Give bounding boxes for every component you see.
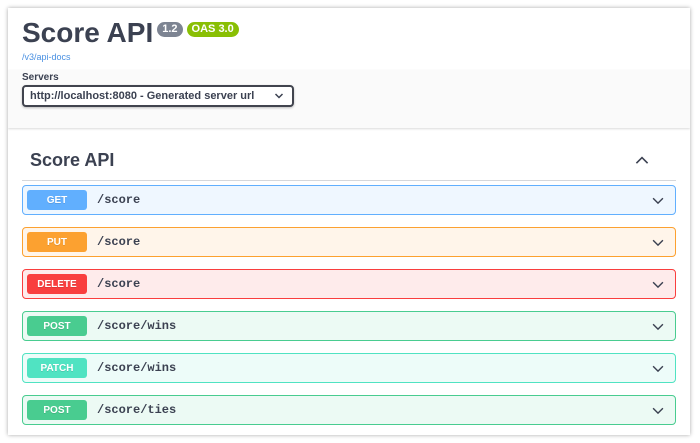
chevron-down-icon[interactable] (651, 320, 665, 334)
operation-patch-score-wins[interactable]: PATCH /score/wins (22, 353, 676, 383)
method-badge: DELETE (27, 274, 87, 294)
operation-path: /score/wins (97, 361, 177, 375)
operations-list: GET /score PUT /score DELETE /score POST… (22, 185, 676, 425)
chevron-down-icon[interactable] (651, 278, 665, 292)
method-badge: GET (27, 190, 87, 210)
chevron-down-icon[interactable] (651, 236, 665, 250)
title-row: Score API 1.2 OAS 3.0 (22, 16, 676, 50)
server-select-value: http://localhost:8080 - Generated server… (30, 90, 255, 102)
operation-path: /score (97, 277, 141, 291)
operation-path: /score (97, 193, 141, 207)
operation-post-score-ties[interactable]: POST /score/ties (22, 395, 676, 425)
method-badge: PUT (27, 232, 87, 252)
operation-path: /score/ties (97, 403, 177, 417)
method-badge: POST (27, 316, 87, 336)
operation-get-score[interactable]: GET /score (22, 185, 676, 215)
version-badge: 1.2 (157, 22, 183, 37)
servers-label: Servers (22, 72, 59, 83)
method-badge: PATCH (27, 358, 87, 378)
chevron-down-icon[interactable] (651, 194, 665, 208)
chevron-up-icon[interactable] (634, 152, 650, 168)
operation-put-score[interactable]: PUT /score (22, 227, 676, 257)
tag-header-score-api[interactable]: Score API (22, 140, 676, 181)
operation-path: /score/wins (97, 319, 177, 333)
api-title: Score API (22, 17, 154, 48)
server-select[interactable]: http://localhost:8080 - Generated server… (22, 85, 294, 107)
api-docs-link[interactable]: /v3/api-docs (22, 52, 676, 62)
servers-bar: Servers http://localhost:8080 - Generate… (8, 70, 690, 128)
chevron-down-icon[interactable] (651, 404, 665, 418)
oas-badge: OAS 3.0 (186, 22, 239, 37)
operation-path: /score (97, 235, 141, 249)
chevron-down-icon (274, 93, 284, 99)
swagger-ui-container: Score API 1.2 OAS 3.0 /v3/api-docs Serve… (8, 8, 690, 435)
api-info: Score API 1.2 OAS 3.0 /v3/api-docs (8, 8, 690, 70)
operation-post-score-wins[interactable]: POST /score/wins (22, 311, 676, 341)
method-badge: POST (27, 400, 87, 420)
tag-title: Score API (30, 149, 115, 170)
operation-delete-score[interactable]: DELETE /score (22, 269, 676, 299)
chevron-down-icon[interactable] (651, 362, 665, 376)
